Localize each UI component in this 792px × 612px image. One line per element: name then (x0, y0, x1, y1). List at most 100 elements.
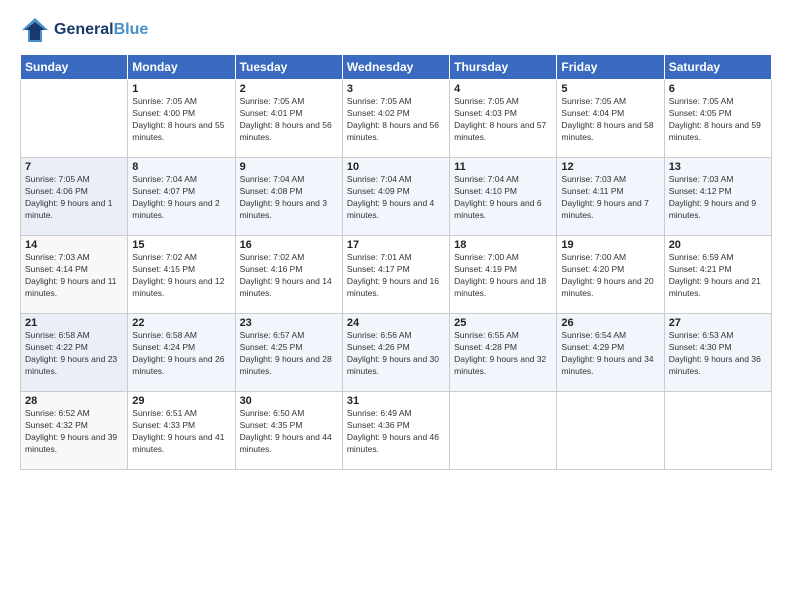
day-number: 12 (561, 161, 659, 173)
day-cell: 14Sunrise: 7:03 AMSunset: 4:14 PMDayligh… (21, 236, 128, 314)
day-cell: 24Sunrise: 6:56 AMSunset: 4:26 PMDayligh… (342, 314, 449, 392)
day-cell: 18Sunrise: 7:00 AMSunset: 4:19 PMDayligh… (450, 236, 557, 314)
day-info: Sunrise: 7:03 AMSunset: 4:11 PMDaylight:… (561, 174, 659, 222)
header-day-tuesday: Tuesday (235, 55, 342, 80)
day-cell: 22Sunrise: 6:58 AMSunset: 4:24 PMDayligh… (128, 314, 235, 392)
logo: GeneralBlue (20, 16, 148, 44)
day-info: Sunrise: 7:04 AMSunset: 4:10 PMDaylight:… (454, 174, 552, 222)
day-cell: 13Sunrise: 7:03 AMSunset: 4:12 PMDayligh… (664, 158, 771, 236)
day-number: 27 (669, 317, 767, 329)
header-day-saturday: Saturday (664, 55, 771, 80)
day-cell: 2Sunrise: 7:05 AMSunset: 4:01 PMDaylight… (235, 80, 342, 158)
header-day-thursday: Thursday (450, 55, 557, 80)
day-number: 5 (561, 83, 659, 95)
day-number: 16 (240, 239, 338, 251)
day-info: Sunrise: 7:05 AMSunset: 4:06 PMDaylight:… (25, 174, 123, 222)
day-cell: 1Sunrise: 7:05 AMSunset: 4:00 PMDaylight… (128, 80, 235, 158)
day-cell: 28Sunrise: 6:52 AMSunset: 4:32 PMDayligh… (21, 392, 128, 470)
day-cell: 9Sunrise: 7:04 AMSunset: 4:08 PMDaylight… (235, 158, 342, 236)
header-day-friday: Friday (557, 55, 664, 80)
day-info: Sunrise: 7:00 AMSunset: 4:19 PMDaylight:… (454, 252, 552, 300)
day-cell: 10Sunrise: 7:04 AMSunset: 4:09 PMDayligh… (342, 158, 449, 236)
day-cell: 17Sunrise: 7:01 AMSunset: 4:17 PMDayligh… (342, 236, 449, 314)
week-row-3: 14Sunrise: 7:03 AMSunset: 4:14 PMDayligh… (21, 236, 772, 314)
day-number: 9 (240, 161, 338, 173)
day-info: Sunrise: 7:05 AMSunset: 4:01 PMDaylight:… (240, 96, 338, 144)
day-info: Sunrise: 7:03 AMSunset: 4:12 PMDaylight:… (669, 174, 767, 222)
day-info: Sunrise: 6:57 AMSunset: 4:25 PMDaylight:… (240, 330, 338, 378)
day-cell: 15Sunrise: 7:02 AMSunset: 4:15 PMDayligh… (128, 236, 235, 314)
week-row-4: 21Sunrise: 6:58 AMSunset: 4:22 PMDayligh… (21, 314, 772, 392)
day-number: 26 (561, 317, 659, 329)
day-number: 6 (669, 83, 767, 95)
day-number: 3 (347, 83, 445, 95)
day-number: 22 (132, 317, 230, 329)
day-cell: 12Sunrise: 7:03 AMSunset: 4:11 PMDayligh… (557, 158, 664, 236)
day-number: 25 (454, 317, 552, 329)
day-number: 31 (347, 395, 445, 407)
day-cell: 27Sunrise: 6:53 AMSunset: 4:30 PMDayligh… (664, 314, 771, 392)
day-info: Sunrise: 6:49 AMSunset: 4:36 PMDaylight:… (347, 408, 445, 456)
day-number: 30 (240, 395, 338, 407)
day-cell: 5Sunrise: 7:05 AMSunset: 4:04 PMDaylight… (557, 80, 664, 158)
day-info: Sunrise: 7:05 AMSunset: 4:02 PMDaylight:… (347, 96, 445, 144)
week-row-2: 7Sunrise: 7:05 AMSunset: 4:06 PMDaylight… (21, 158, 772, 236)
day-info: Sunrise: 7:05 AMSunset: 4:04 PMDaylight:… (561, 96, 659, 144)
day-cell: 7Sunrise: 7:05 AMSunset: 4:06 PMDaylight… (21, 158, 128, 236)
day-info: Sunrise: 6:50 AMSunset: 4:35 PMDaylight:… (240, 408, 338, 456)
day-cell: 6Sunrise: 7:05 AMSunset: 4:05 PMDaylight… (664, 80, 771, 158)
week-row-5: 28Sunrise: 6:52 AMSunset: 4:32 PMDayligh… (21, 392, 772, 470)
day-info: Sunrise: 7:04 AMSunset: 4:07 PMDaylight:… (132, 174, 230, 222)
day-info: Sunrise: 6:56 AMSunset: 4:26 PMDaylight:… (347, 330, 445, 378)
day-info: Sunrise: 6:52 AMSunset: 4:32 PMDaylight:… (25, 408, 123, 456)
day-info: Sunrise: 7:00 AMSunset: 4:20 PMDaylight:… (561, 252, 659, 300)
day-number: 13 (669, 161, 767, 173)
logo-text: GeneralBlue (54, 21, 148, 39)
day-number: 2 (240, 83, 338, 95)
day-number: 10 (347, 161, 445, 173)
day-number: 15 (132, 239, 230, 251)
day-cell (664, 392, 771, 470)
day-number: 23 (240, 317, 338, 329)
day-number: 20 (669, 239, 767, 251)
day-cell: 19Sunrise: 7:00 AMSunset: 4:20 PMDayligh… (557, 236, 664, 314)
day-info: Sunrise: 6:54 AMSunset: 4:29 PMDaylight:… (561, 330, 659, 378)
day-number: 19 (561, 239, 659, 251)
day-cell (21, 80, 128, 158)
day-number: 4 (454, 83, 552, 95)
day-cell: 4Sunrise: 7:05 AMSunset: 4:03 PMDaylight… (450, 80, 557, 158)
day-number: 24 (347, 317, 445, 329)
day-number: 1 (132, 83, 230, 95)
day-info: Sunrise: 7:02 AMSunset: 4:16 PMDaylight:… (240, 252, 338, 300)
header-day-monday: Monday (128, 55, 235, 80)
day-cell: 3Sunrise: 7:05 AMSunset: 4:02 PMDaylight… (342, 80, 449, 158)
day-cell: 8Sunrise: 7:04 AMSunset: 4:07 PMDaylight… (128, 158, 235, 236)
day-number: 11 (454, 161, 552, 173)
header-day-sunday: Sunday (21, 55, 128, 80)
day-cell: 20Sunrise: 6:59 AMSunset: 4:21 PMDayligh… (664, 236, 771, 314)
day-cell: 29Sunrise: 6:51 AMSunset: 4:33 PMDayligh… (128, 392, 235, 470)
calendar-table: SundayMondayTuesdayWednesdayThursdayFrid… (20, 54, 772, 470)
day-cell: 21Sunrise: 6:58 AMSunset: 4:22 PMDayligh… (21, 314, 128, 392)
day-cell (557, 392, 664, 470)
day-info: Sunrise: 7:03 AMSunset: 4:14 PMDaylight:… (25, 252, 123, 300)
day-cell: 30Sunrise: 6:50 AMSunset: 4:35 PMDayligh… (235, 392, 342, 470)
day-info: Sunrise: 6:53 AMSunset: 4:30 PMDaylight:… (669, 330, 767, 378)
day-number: 21 (25, 317, 123, 329)
header: GeneralBlue (20, 16, 772, 44)
day-info: Sunrise: 7:04 AMSunset: 4:09 PMDaylight:… (347, 174, 445, 222)
day-info: Sunrise: 6:51 AMSunset: 4:33 PMDaylight:… (132, 408, 230, 456)
day-number: 28 (25, 395, 123, 407)
day-info: Sunrise: 7:05 AMSunset: 4:03 PMDaylight:… (454, 96, 552, 144)
day-info: Sunrise: 6:58 AMSunset: 4:24 PMDaylight:… (132, 330, 230, 378)
day-info: Sunrise: 7:01 AMSunset: 4:17 PMDaylight:… (347, 252, 445, 300)
header-row: SundayMondayTuesdayWednesdayThursdayFrid… (21, 55, 772, 80)
day-number: 8 (132, 161, 230, 173)
day-cell: 16Sunrise: 7:02 AMSunset: 4:16 PMDayligh… (235, 236, 342, 314)
day-info: Sunrise: 7:05 AMSunset: 4:00 PMDaylight:… (132, 96, 230, 144)
logo-icon (20, 16, 50, 44)
day-info: Sunrise: 6:59 AMSunset: 4:21 PMDaylight:… (669, 252, 767, 300)
day-number: 29 (132, 395, 230, 407)
day-cell: 25Sunrise: 6:55 AMSunset: 4:28 PMDayligh… (450, 314, 557, 392)
calendar-page: GeneralBlue SundayMondayTuesdayWednesday… (0, 0, 792, 612)
